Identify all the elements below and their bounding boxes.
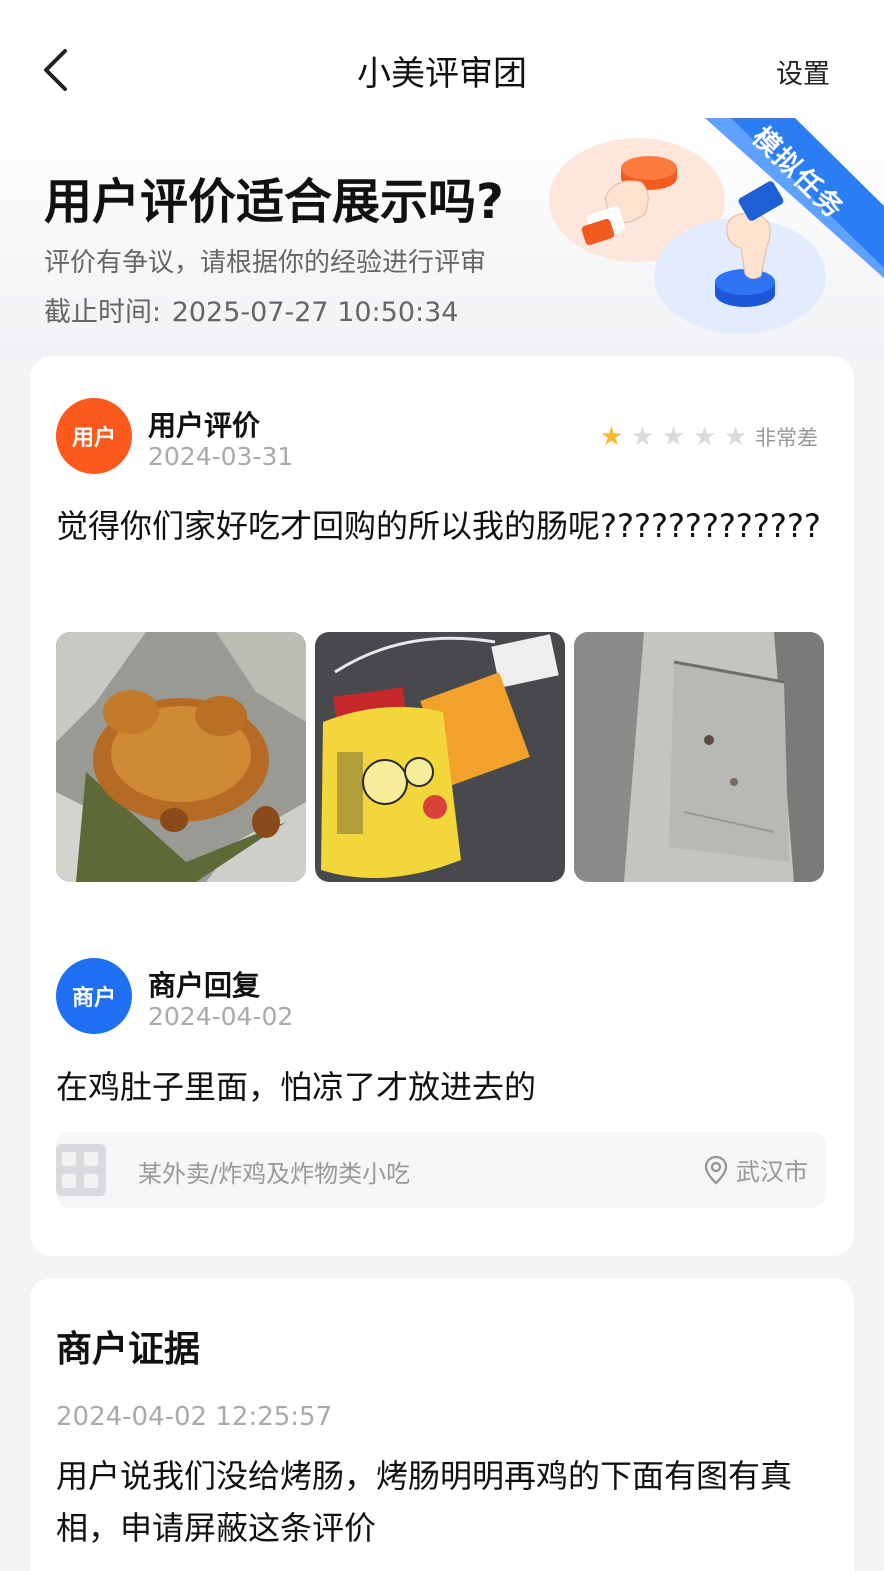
merchant-reply-date: 2024-04-02	[148, 1002, 294, 1031]
star-icon: ★	[692, 422, 717, 452]
deadline-label: 截止时间:	[44, 297, 162, 328]
settings-button[interactable]: 设置	[776, 52, 830, 91]
merchant-evidence-card: 商户证据 2024-04-02 12:25:57 用户说我们没给烤肠，烤肠明明再…	[30, 1278, 854, 1571]
deadline-value: 2025-07-27 10:50:34	[171, 297, 459, 328]
deadline: 截止时间: 2025-07-27 10:50:34	[44, 290, 458, 329]
evidence-text: 用户说我们没给烤肠，烤肠明明再鸡的下面有图有真相，申请屏蔽这条评价	[56, 1457, 793, 1547]
hero-title: 用户评价适合展示吗?	[44, 174, 504, 230]
merchant-avatar: 商户	[56, 958, 132, 1034]
review-photo-roast-chicken[interactable]	[56, 632, 306, 882]
shop-city: 武汉市	[736, 1158, 808, 1186]
star-icon: ★	[661, 422, 686, 452]
review-text: 觉得你们家好吃才回购的所以我的肠呢?????????????	[56, 507, 821, 545]
user-avatar: 用户	[56, 398, 132, 474]
shop-thumbnail-icon	[56, 1144, 106, 1196]
review-date: 2024-03-31	[148, 442, 294, 471]
star-rating: ★ ★ ★ ★ ★ 非常差	[596, 422, 818, 452]
location-pin-icon	[704, 1155, 728, 1185]
review-photo-foil-bag[interactable]	[574, 632, 824, 882]
shop-info-bar[interactable]: 某外卖/炸鸡及炸物类小吃 武汉市	[56, 1132, 826, 1208]
review-photo-sauce-packets[interactable]	[315, 632, 565, 882]
review-illustration	[549, 118, 884, 334]
review-author: 用户评价	[148, 409, 261, 442]
star-icon: ★	[723, 422, 748, 452]
page-title: 小美评审团	[357, 54, 527, 94]
star-icon: ★	[630, 422, 655, 452]
review-photos	[56, 632, 824, 882]
shop-category: 某外卖/炸鸡及炸物类小吃	[138, 1160, 411, 1188]
star-icon: ★	[599, 422, 624, 452]
review-card: 用户 用户评价 2024-03-31 ★ ★ ★ ★ ★ 非常差 觉得你们家好吃…	[30, 356, 854, 1256]
merchant-reply-text: 在鸡肚子里面，怕凉了才放进去的	[56, 1068, 537, 1106]
merchant-reply-author: 商户回复	[148, 969, 261, 1002]
evidence-time: 2024-04-02 12:25:57	[56, 1402, 333, 1432]
rating-text: 非常差	[755, 426, 818, 450]
evidence-title: 商户证据	[56, 1329, 201, 1370]
shop-location: 武汉市	[704, 1152, 808, 1187]
hero-subtitle: 评价有争议，请根据你的经验进行评审	[44, 248, 487, 278]
